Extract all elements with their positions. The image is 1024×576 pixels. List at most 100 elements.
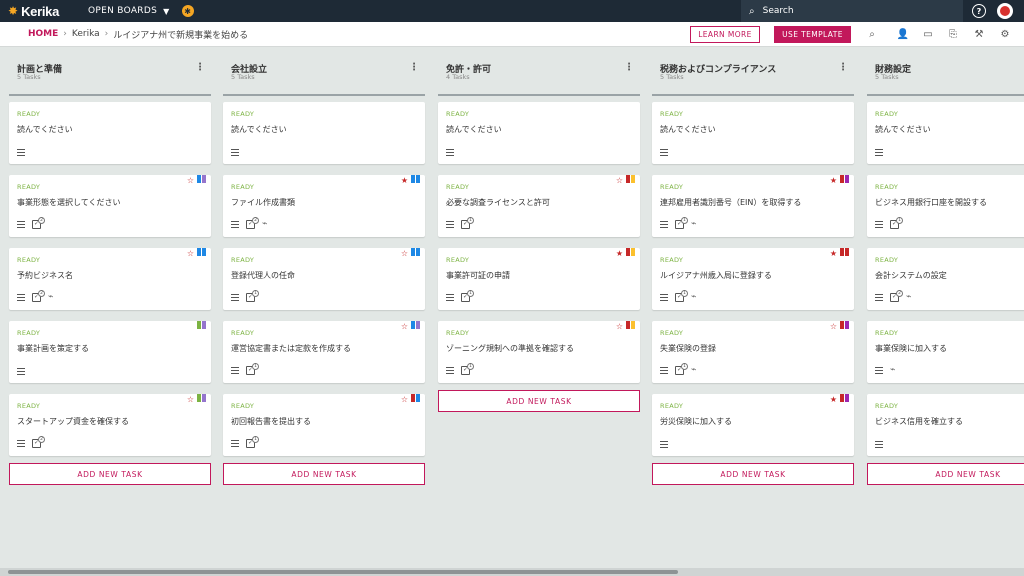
card-status: READY	[875, 256, 899, 264]
kerika-logo[interactable]: ✸ Kerika	[8, 4, 70, 19]
task-card[interactable]: READY 事業形態を選択してください ☆ ✓ 2	[9, 175, 211, 237]
add-new-task-button[interactable]: ADD NEW TASK	[652, 463, 854, 485]
description-icon	[231, 220, 239, 228]
column-header[interactable]: 計画と準備 5 Tasks ⋮	[9, 60, 211, 96]
card-icons	[875, 441, 890, 448]
task-card[interactable]: READY 予約ビジネス名 ☆ ✓ 2 ⌁	[9, 248, 211, 310]
add-new-task-button[interactable]: ADD NEW TASK	[9, 463, 211, 485]
task-card[interactable]: READY 労災保険に加入する ★	[652, 394, 854, 456]
task-card[interactable]: READY ビジネス用銀行口座を開設する ✓ 1	[867, 175, 1024, 237]
task-card[interactable]: READY 読んでください	[223, 102, 425, 164]
add-new-task-button[interactable]: ADD NEW TASK	[438, 390, 640, 412]
checklist-count-badge: 2	[38, 436, 45, 443]
card-flags: ☆	[616, 321, 635, 331]
help-icon[interactable]: ?	[972, 4, 986, 18]
gear-icon[interactable]: ⚙	[998, 27, 1012, 41]
task-card[interactable]: READY 運営協定書または定款を作成する ☆ ✓ 1	[223, 321, 425, 383]
breadcrumb-home[interactable]: HOME	[28, 29, 58, 39]
star-icon[interactable]: ★	[830, 395, 837, 404]
search-input[interactable]: Search	[763, 6, 794, 16]
more-vertical-icon[interactable]: ⋮	[195, 62, 205, 73]
checklist-icon: ✓ 1	[461, 217, 474, 229]
chevron-right-icon: ›	[104, 29, 109, 39]
attachment-icon[interactable]: ⎘	[946, 27, 960, 41]
notification-icon[interactable]: ✱	[181, 5, 194, 17]
task-card[interactable]: READY 必要な調査ライセンスと許可 ☆ ✓ 1	[438, 175, 640, 237]
task-card[interactable]: READY 読んでください	[9, 102, 211, 164]
add-new-task-button[interactable]: ADD NEW TASK	[867, 463, 1024, 485]
star-icon[interactable]: ☆	[187, 249, 194, 258]
star-icon[interactable]: ★	[830, 176, 837, 185]
star-icon[interactable]: ☆	[616, 176, 623, 185]
checklist-count-badge: 2	[252, 216, 259, 224]
column: 財務設定5 Tasks⋮ READY 読んでください READY ビジネス用銀行口座を開…	[867, 47, 1024, 485]
star-icon[interactable]: ☆	[401, 395, 408, 404]
card-icons: ✓ 1	[231, 290, 262, 302]
paperclip-icon: ⌁	[906, 292, 912, 302]
task-card[interactable]: READY 初回報告書を提出する ☆ ✓ 1	[223, 394, 425, 456]
star-icon[interactable]: ☆	[187, 395, 194, 404]
search-board-icon[interactable]: ⌕	[865, 27, 879, 41]
card-icons: ✓ 1	[875, 217, 906, 229]
checklist-count-badge: 1	[252, 290, 259, 297]
horizontal-scrollbar[interactable]	[0, 568, 1024, 576]
card-icons: ✓ 2	[17, 217, 48, 229]
add-person-icon[interactable]: 👤	[896, 27, 910, 41]
star-icon[interactable]: ☆	[830, 322, 837, 331]
card-title: ファイル作成書類	[231, 198, 295, 207]
task-card[interactable]: READY 失業保険の登録 ☆ ✓ 1 ⌁	[652, 321, 854, 383]
search-box[interactable]: ⌕ Search	[741, 0, 963, 22]
star-icon[interactable]: ★	[830, 249, 837, 258]
column-header[interactable]: 会社設立 5 Tasks ⋮	[223, 60, 425, 96]
star-icon[interactable]: ☆	[401, 322, 408, 331]
column-header[interactable]: 免許・許可 4 Tasks ⋮	[438, 60, 640, 96]
task-card[interactable]: READY 読んでください	[438, 102, 640, 164]
tag-flag-icon	[631, 248, 635, 256]
card-status: READY	[17, 183, 41, 191]
task-card[interactable]: READY 会計システムの設定 ✓ 2 ⌁	[867, 248, 1024, 310]
description-icon	[17, 221, 25, 228]
star-icon[interactable]: ☆	[187, 176, 194, 185]
task-card[interactable]: READY 登録代理人の任命 ☆ ✓ 1	[223, 248, 425, 310]
star-icon[interactable]: ★	[616, 249, 623, 258]
learn-more-button[interactable]: LEARN MORE	[690, 26, 760, 43]
more-vertical-icon[interactable]: ⋮	[409, 62, 419, 73]
checklist-icon: ✓ 2	[890, 289, 903, 302]
avatar[interactable]	[997, 3, 1013, 19]
task-card[interactable]: READY 連邦雇用者識別番号（EIN）を取得する ★ ✓ 1 ⌁	[652, 175, 854, 237]
card-title: ゾーニング規制への準拠を確認する	[446, 344, 574, 353]
star-icon[interactable]: ★	[401, 176, 408, 185]
scrollbar-thumb[interactable]	[8, 570, 678, 574]
wrench-icon[interactable]: ⚒	[972, 27, 986, 41]
task-card[interactable]: READY ルイジアナ州歳入局に登録する ★ ✓ 1 ⌁	[652, 248, 854, 310]
column-task-count: 5 Tasks	[231, 73, 255, 81]
checklist-count-badge: 1	[252, 363, 259, 370]
more-vertical-icon[interactable]: ⋮	[624, 62, 634, 73]
task-card[interactable]: READY ゾーニング規制への準拠を確認する ☆ ✓ 1	[438, 321, 640, 383]
open-boards-menu[interactable]: OPEN BOARDS ▼	[88, 6, 170, 16]
breadcrumb-account[interactable]: Kerika	[72, 29, 100, 39]
checklist-icon: ✓ 1	[675, 362, 688, 375]
task-card[interactable]: READY 事業許可証の申請 ★ ✓ 1	[438, 248, 640, 310]
star-icon[interactable]: ☆	[401, 249, 408, 258]
chat-icon[interactable]: ▭	[921, 27, 935, 41]
column-header[interactable]: 財務設定5 Tasks⋮	[867, 60, 1024, 96]
more-vertical-icon[interactable]: ⋮	[838, 62, 848, 73]
task-card[interactable]: READY 事業計画を策定する	[9, 321, 211, 383]
column-header[interactable]: 税務およびコンプライアンス 5 Tasks ⋮	[652, 60, 854, 96]
star-icon[interactable]: ☆	[616, 322, 623, 331]
task-card[interactable]: READY ファイル作成書類 ★ ✓ 2 ⌁	[223, 175, 425, 237]
task-card[interactable]: READY 読んでください	[652, 102, 854, 164]
use-template-button[interactable]: USE TEMPLATE	[774, 26, 851, 43]
checklist-count-badge: 2	[38, 289, 45, 297]
card-flags: ☆	[187, 248, 206, 258]
tag-flag-icon	[202, 321, 206, 329]
task-card[interactable]: READY 事業保険に加入する ⌁	[867, 321, 1024, 383]
card-title: 読んでください	[660, 125, 716, 134]
task-card[interactable]: READY スタートアップ資金を確保する ☆ ✓ 2	[9, 394, 211, 456]
card-title: 失業保険の登録	[660, 344, 716, 353]
add-new-task-button[interactable]: ADD NEW TASK	[223, 463, 425, 485]
task-card[interactable]: READY ビジネス信用を確立する	[867, 394, 1024, 456]
tag-flag-icon	[845, 321, 849, 329]
task-card[interactable]: READY 読んでください	[867, 102, 1024, 164]
